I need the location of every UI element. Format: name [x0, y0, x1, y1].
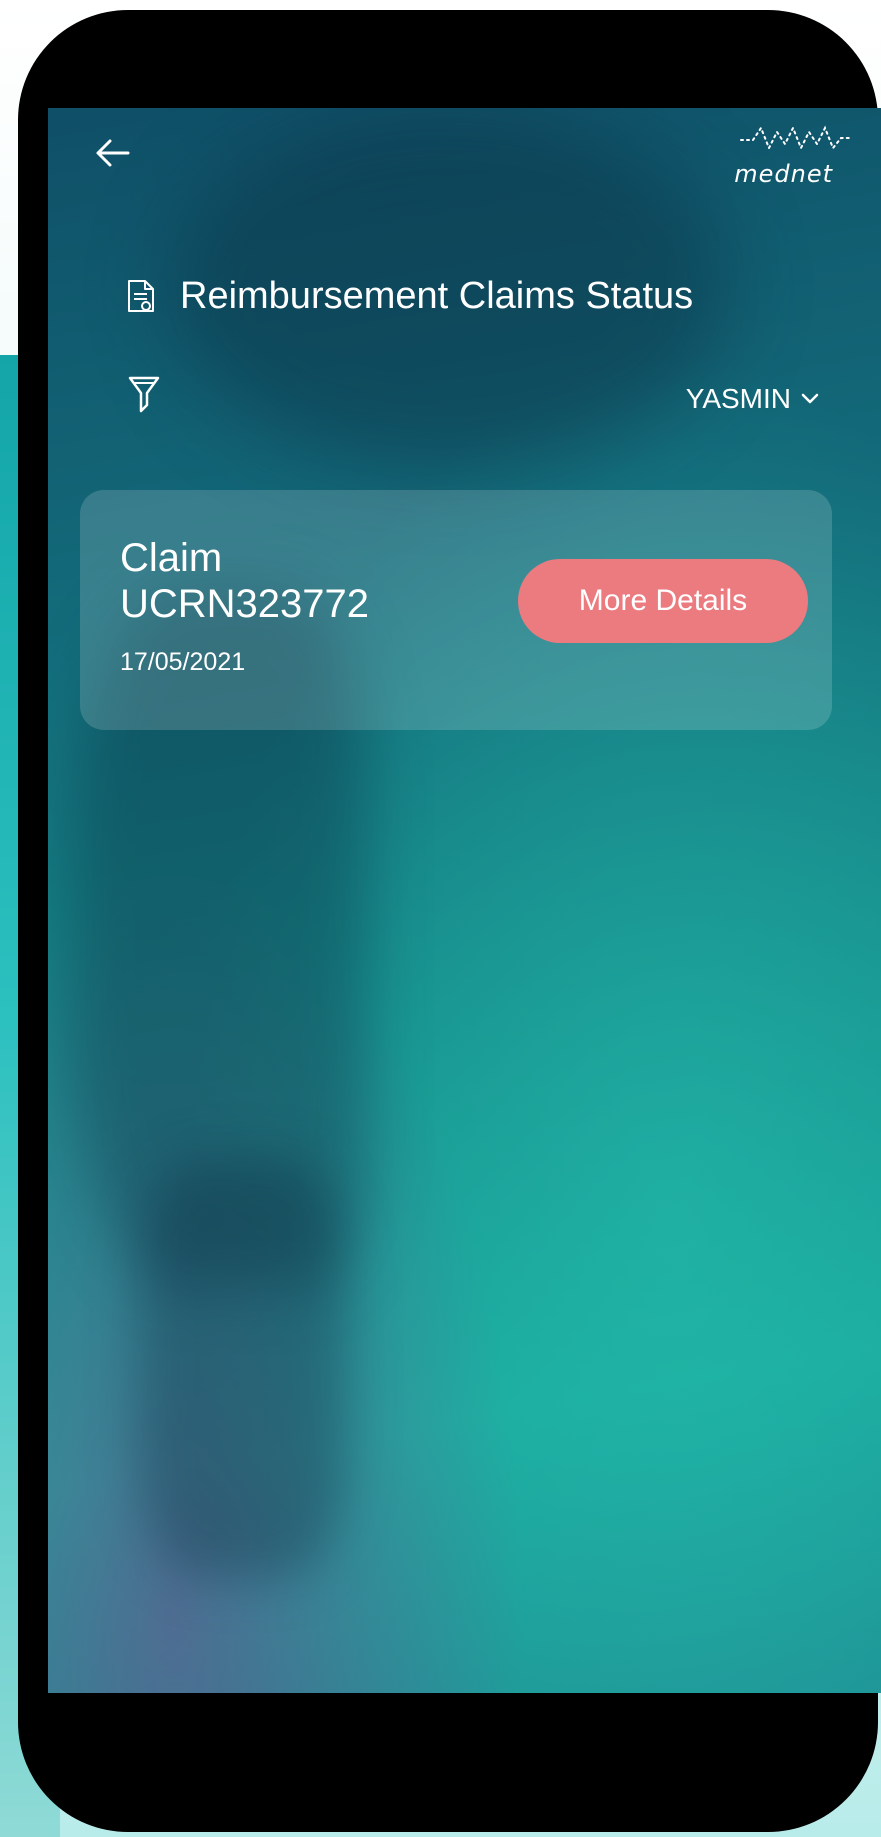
more-details-button[interactable]: More Details — [518, 559, 808, 643]
logo-wave-icon — [740, 125, 850, 151]
claim-label: Claim — [120, 536, 223, 580]
volume-button — [26, 210, 42, 280]
claim-date: 17/05/2021 — [120, 648, 246, 676]
page-title: Reimbursement Claims Status — [180, 274, 694, 317]
filter-icon[interactable] — [128, 375, 160, 415]
background-photo-shade — [138, 1158, 348, 1578]
document-icon — [128, 280, 154, 312]
page-title-row: Reimbursement Claims Status — [126, 268, 693, 324]
member-dropdown[interactable]: YASMIN — [686, 383, 819, 415]
side-button — [26, 450, 42, 590]
app-screen: mednet Reimbursement Claims Status YASMI… — [48, 108, 881, 1693]
claim-card: Claim UCRN323772 17/05/2021 More Details — [80, 490, 832, 730]
member-dropdown-value: YASMIN — [685, 383, 791, 414]
arrow-left-icon[interactable] — [92, 136, 132, 170]
mednet-logo: mednet — [691, 118, 851, 193]
claim-id: UCRN323772 — [120, 582, 370, 626]
logo-text: mednet — [734, 160, 833, 188]
chevron-down-icon — [801, 393, 819, 404]
device-mockup: mednet Reimbursement Claims Status YASMI… — [0, 0, 881, 1837]
